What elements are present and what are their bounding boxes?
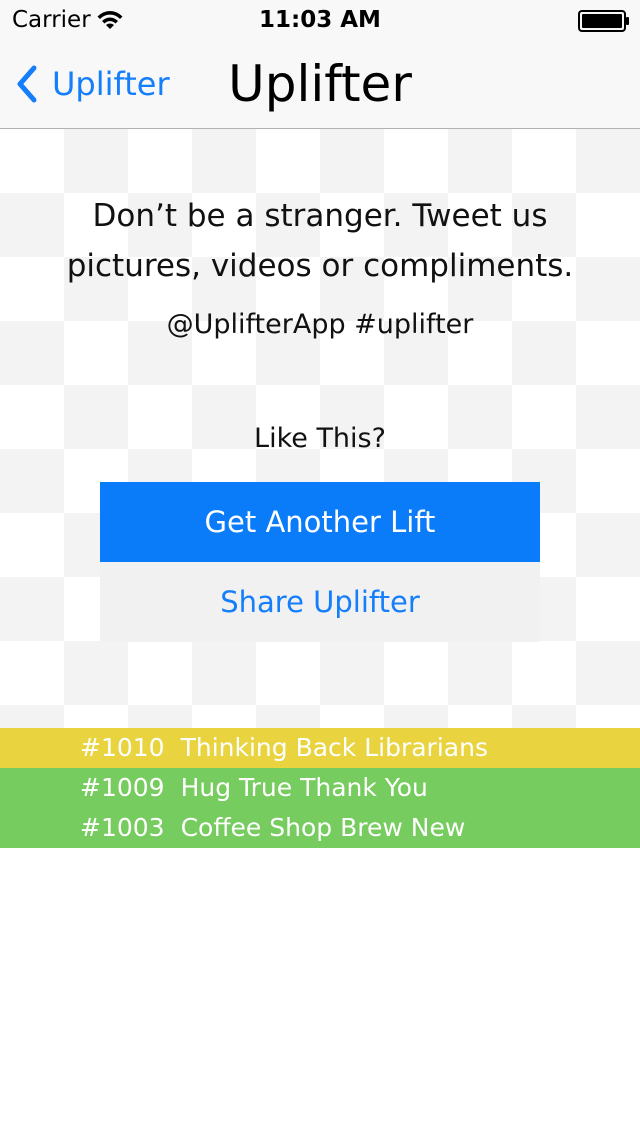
- share-uplifter-button[interactable]: Share Uplifter: [100, 562, 540, 642]
- history-item[interactable]: #1003 Coffee Shop Brew New: [0, 808, 640, 848]
- history-item-title: Hug True Thank You: [180, 773, 428, 802]
- page-title: Uplifter: [228, 55, 412, 113]
- history-list: #1010 Thinking Back Librarians #1009 Hug T…: [0, 728, 640, 848]
- invite-line-2: pictures, videos or compliments.: [66, 248, 574, 284]
- invite-line-1: Don’t be a stranger. Tweet us: [92, 198, 548, 234]
- history-item[interactable]: #1009 Hug True Thank You: [0, 768, 640, 808]
- navigation-bar: Uplifter Uplifter: [0, 40, 640, 129]
- history-item-title: Thinking Back Librarians: [180, 733, 488, 762]
- history-item-number: #1010: [80, 733, 165, 762]
- twitter-handle: @UplifterApp #uplifter: [166, 309, 474, 340]
- history-item[interactable]: #1010 Thinking Back Librarians: [0, 728, 640, 768]
- history-item-number: #1009: [80, 773, 165, 802]
- history-item-title: Coffee Shop Brew New: [180, 813, 466, 842]
- battery-icon: [578, 10, 629, 32]
- like-prompt: Like This?: [254, 423, 386, 454]
- get-another-lift-button[interactable]: Get Another Lift: [100, 482, 540, 562]
- status-bar: Carrier 11:03 AM: [0, 0, 640, 40]
- history-item-number: #1003: [80, 813, 165, 842]
- status-time: 11:03 AM: [259, 7, 381, 33]
- invite-message: Don’t be a stranger. Tweet us pictures, …: [20, 191, 620, 291]
- main-content: Don’t be a stranger. Tweet us pictures, …: [0, 129, 640, 728]
